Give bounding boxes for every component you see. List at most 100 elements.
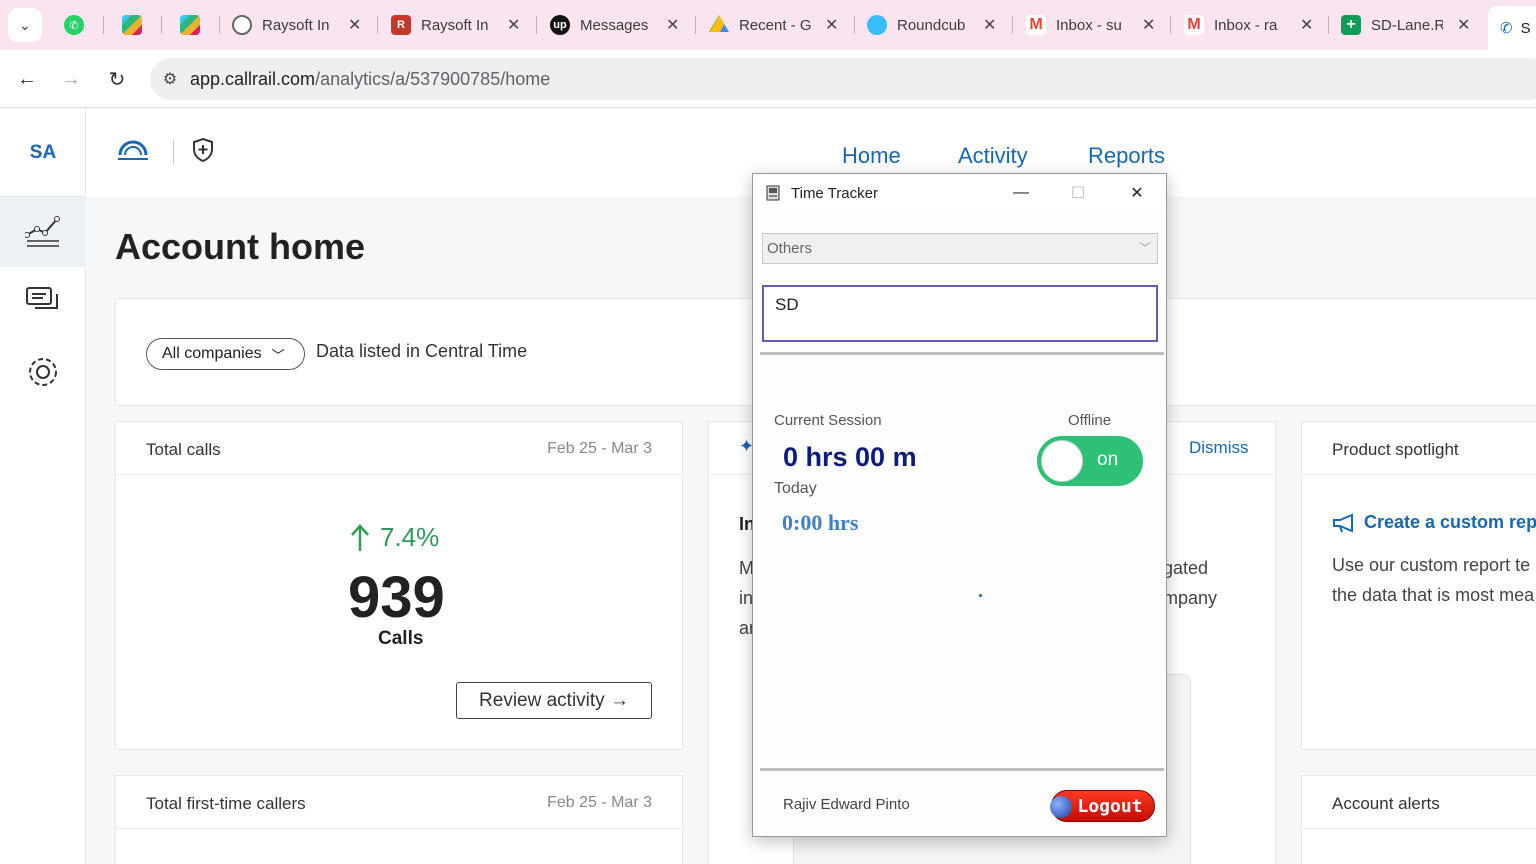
tab-raysoft-2[interactable]: R Raysoft In ✕ bbox=[391, 8, 520, 42]
timezone-note: Data listed in Central Time bbox=[316, 341, 528, 361]
close-icon[interactable]: ✕ bbox=[507, 15, 520, 35]
tab-label: SD-Lane.R bbox=[1371, 16, 1443, 34]
loading-dot bbox=[979, 594, 982, 597]
review-activity-button[interactable]: Review activity → bbox=[456, 682, 652, 719]
close-icon[interactable]: ✕ bbox=[1115, 178, 1159, 208]
chevron-down-icon: ﹀ bbox=[1138, 241, 1151, 255]
phone-icon: ✆ bbox=[1500, 20, 1513, 37]
companies-label: All companies bbox=[162, 345, 262, 362]
site-settings-icon[interactable]: ⚙ bbox=[150, 69, 190, 89]
nav-activity[interactable]: Activity bbox=[958, 143, 1028, 169]
tab-label: Raysoft In bbox=[262, 16, 330, 34]
change-percent: 7.4% bbox=[380, 522, 440, 552]
maximize-icon[interactable]: ☐ bbox=[1056, 178, 1100, 208]
logout-button[interactable]: Logout bbox=[1050, 790, 1155, 822]
companies-dropdown[interactable]: All companies ﹀ bbox=[146, 338, 305, 370]
settings-gear-icon[interactable] bbox=[0, 337, 86, 407]
whatsapp-icon: ✆ bbox=[64, 15, 84, 35]
account-avatar[interactable]: SA bbox=[0, 109, 86, 197]
megaphone-icon bbox=[1333, 513, 1353, 532]
tab-label: Raysoft In bbox=[421, 16, 489, 34]
analytics-nav-icon[interactable] bbox=[0, 197, 86, 267]
time-tracker-titlebar[interactable]: Time Tracker — ☐ ✕ bbox=[753, 174, 1166, 212]
browser-toolbar: ← → ↻ ⚙ app.callrail.com/analytics/a/537… bbox=[0, 50, 1536, 108]
minimize-icon[interactable]: — bbox=[999, 178, 1043, 208]
tab-label: Recent - G bbox=[739, 16, 811, 34]
close-icon[interactable]: ✕ bbox=[666, 15, 679, 35]
tab-label: Messages bbox=[580, 16, 649, 34]
tab-label: Inbox - ra bbox=[1214, 16, 1278, 34]
tab-sheets[interactable]: + SD-Lane.R ✕ bbox=[1341, 8, 1470, 42]
shield-icon[interactable] bbox=[192, 137, 214, 163]
online-toggle[interactable]: on bbox=[1037, 436, 1143, 486]
change-indicator: 7.4% bbox=[350, 522, 439, 553]
drive-icon bbox=[709, 15, 729, 32]
task-input[interactable]: SD bbox=[762, 285, 1158, 342]
toggle-label: on bbox=[1097, 449, 1119, 470]
card-title: Total first-time callers bbox=[146, 794, 306, 813]
tab-whatsapp[interactable]: ✆ bbox=[64, 8, 94, 42]
gmail-icon: M bbox=[1184, 15, 1204, 35]
tab-label: Inbox - su bbox=[1056, 16, 1122, 34]
tab-roundcube[interactable]: Roundcub ✕ bbox=[867, 8, 996, 42]
conversations-icon[interactable] bbox=[0, 267, 86, 337]
tab-callrail-active[interactable]: ✆ S bbox=[1488, 6, 1536, 50]
session-time: 0 hrs 00 m bbox=[783, 442, 917, 472]
nav-home[interactable]: Home bbox=[842, 143, 901, 169]
card-title: Total calls bbox=[146, 440, 221, 459]
reload-icon[interactable]: ↻ bbox=[100, 62, 134, 96]
callrail-logo-icon[interactable] bbox=[116, 137, 150, 165]
time-tracker-window: Time Tracker — ☐ ✕ Others ﹀ SD Current S… bbox=[752, 173, 1167, 837]
dismiss-link[interactable]: Dismiss bbox=[1189, 438, 1249, 458]
tab-messages[interactable]: up Messages ✕ bbox=[550, 8, 679, 42]
insight-text-fragment: gated bbox=[1163, 558, 1209, 578]
close-icon[interactable]: ✕ bbox=[825, 15, 838, 35]
sheets-icon: + bbox=[1341, 15, 1361, 35]
window-title: Time Tracker bbox=[791, 184, 878, 202]
card-title: Account alerts bbox=[1332, 794, 1440, 813]
url-text: app.callrail.com/analytics/a/537900785/h… bbox=[190, 68, 551, 89]
close-icon[interactable]: ✕ bbox=[1142, 15, 1155, 35]
browser-tab-bar: ⌄ ✆ Raysoft In ✕ R Raysoft In ✕ up Messa… bbox=[0, 0, 1536, 50]
total-calls-value: 939 bbox=[348, 565, 445, 630]
address-bar[interactable]: ⚙ app.callrail.com/analytics/a/537900785… bbox=[150, 58, 1536, 100]
arrow-up-icon bbox=[351, 523, 369, 551]
product-spotlight-card: Product spotlight Create a custom repo U… bbox=[1301, 421, 1536, 750]
insight-text-fragment: mpany bbox=[1163, 588, 1218, 608]
current-session-label: Current Session bbox=[774, 412, 882, 429]
tab-drive[interactable]: Recent - G ✕ bbox=[709, 8, 838, 42]
gmail-icon: M bbox=[1026, 15, 1046, 35]
tab-raysoft-1[interactable]: Raysoft In ✕ bbox=[232, 8, 361, 42]
card-title: Product spotlight bbox=[1332, 440, 1459, 459]
raysoft-icon: R bbox=[391, 15, 411, 35]
tab-slack-2[interactable] bbox=[180, 8, 210, 42]
calls-unit: Calls bbox=[378, 628, 424, 649]
close-icon[interactable]: ✕ bbox=[983, 15, 996, 35]
create-custom-report-link[interactable]: Create a custom repo bbox=[1332, 512, 1536, 533]
status-label: Offline bbox=[1068, 412, 1112, 429]
first-time-callers-card: Total first-time callers Feb 25 - Mar 3 bbox=[115, 775, 683, 864]
tab-gmail-1[interactable]: M Inbox - su ✕ bbox=[1026, 8, 1155, 42]
tab-label: S bbox=[1520, 19, 1531, 37]
nav-reports[interactable]: Reports bbox=[1088, 143, 1165, 169]
tab-slack-1[interactable] bbox=[122, 8, 152, 42]
toggle-knob bbox=[1041, 440, 1083, 482]
close-icon[interactable]: ✕ bbox=[1457, 15, 1470, 35]
category-select[interactable]: Others ﹀ bbox=[762, 233, 1158, 264]
close-icon[interactable]: ✕ bbox=[1300, 15, 1313, 35]
insight-text-fragment: in bbox=[739, 588, 754, 608]
left-nav-rail: SA bbox=[0, 109, 86, 864]
time-tracker-app-icon bbox=[766, 185, 780, 201]
user-name: Rajiv Edward Pinto bbox=[783, 796, 910, 813]
date-range: Feb 25 - Mar 3 bbox=[547, 794, 652, 811]
tab-search-chevron-icon[interactable]: ⌄ bbox=[8, 8, 42, 42]
back-arrow-icon[interactable]: ← bbox=[10, 62, 44, 96]
forward-arrow-icon[interactable]: → bbox=[54, 62, 88, 96]
roundcube-icon bbox=[867, 15, 887, 35]
tab-gmail-2[interactable]: M Inbox - ra ✕ bbox=[1184, 8, 1313, 42]
logout-orb-icon bbox=[1050, 796, 1072, 818]
spotlight-text: Use our custom report te the data that i… bbox=[1332, 555, 1535, 605]
close-icon[interactable]: ✕ bbox=[348, 15, 361, 35]
page-title: Account home bbox=[115, 226, 366, 267]
time-tracker-body: Others ﹀ SD Current Session Offline 0 hr… bbox=[753, 212, 1166, 836]
